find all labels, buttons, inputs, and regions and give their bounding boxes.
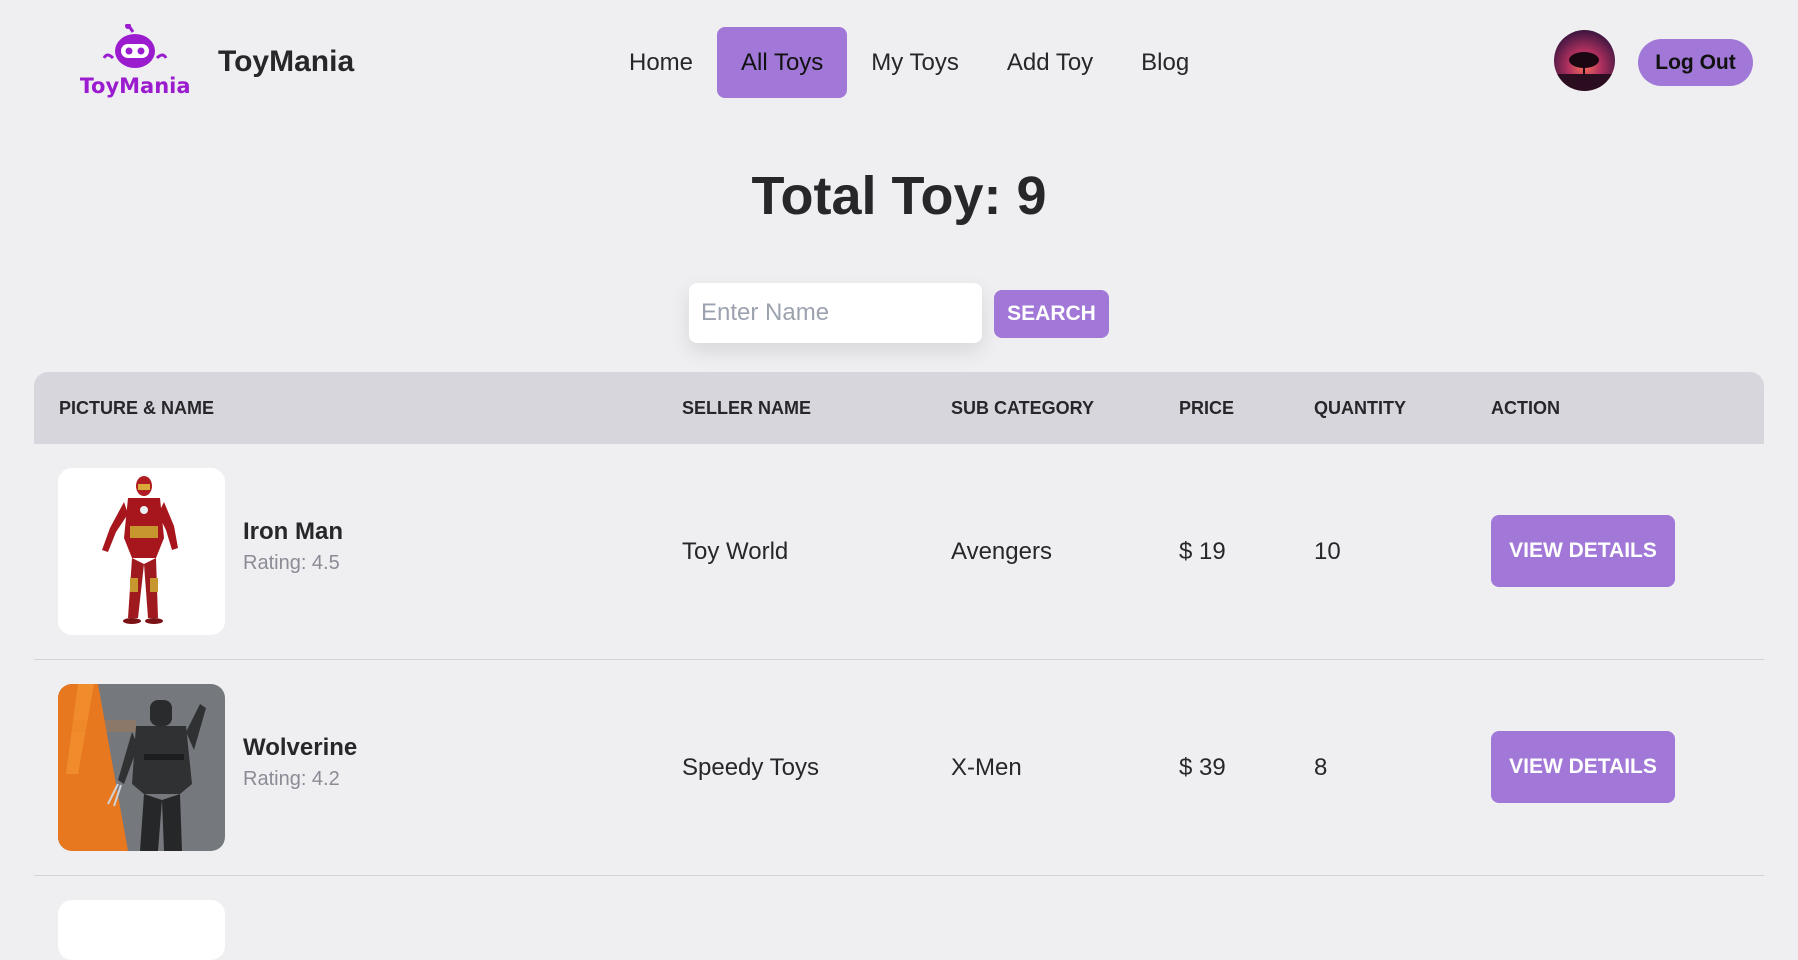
quantity: 8 xyxy=(1314,754,1328,781)
price: $ 39 xyxy=(1179,754,1226,781)
toy-name: Iron Man xyxy=(243,518,343,545)
price: $ 19 xyxy=(1179,538,1226,565)
header-price: PRICE xyxy=(1179,398,1235,418)
view-details-button[interactable]: VIEW DETAILS xyxy=(1491,515,1675,587)
header-action: ACTION xyxy=(1491,398,1560,418)
header-seller-name: SELLER NAME xyxy=(682,398,812,418)
quantity: 10 xyxy=(1314,538,1341,565)
toy-image-iron-man xyxy=(58,468,225,635)
toy-rating: Rating: 4.2 xyxy=(243,768,340,790)
header-sub-category: SUB CATEGORY xyxy=(951,398,1095,418)
main-nav: Home All Toys My Toys Add Toy Blog xyxy=(605,27,1213,98)
seller-name: Toy World xyxy=(682,538,789,565)
logout-button[interactable]: Log Out xyxy=(1638,39,1753,86)
nav-my-toys[interactable]: My Toys xyxy=(847,27,983,98)
nav-blog[interactable]: Blog xyxy=(1117,27,1213,98)
search-bar: SEARCH xyxy=(689,283,1109,343)
toy-image xyxy=(58,900,225,960)
avatar[interactable] xyxy=(1554,30,1615,91)
table-row: Iron Man Rating: 4.5 Toy World Avengers … xyxy=(34,444,1764,660)
toy-rating: Rating: 4.5 xyxy=(243,552,340,574)
search-button[interactable]: SEARCH xyxy=(994,290,1109,338)
header-quantity: QUANTITY xyxy=(1314,398,1406,418)
toy-name: Wolverine xyxy=(243,734,358,761)
sub-category: Avengers xyxy=(951,538,1052,565)
toymania-logo[interactable]: ToyMania xyxy=(79,23,191,102)
search-input[interactable] xyxy=(689,283,982,343)
page-title: Total Toy: 9 xyxy=(751,166,1047,226)
logo-wordmark: ToyMania xyxy=(80,74,190,98)
view-details-button[interactable]: VIEW DETAILS xyxy=(1491,731,1675,803)
table-row: Wolverine Rating: 4.2 Speedy Toys X-Men … xyxy=(34,660,1764,876)
nav-all-toys[interactable]: All Toys xyxy=(717,27,848,98)
brand-name[interactable]: ToyMania xyxy=(218,45,354,79)
seller-name: Speedy Toys xyxy=(682,754,819,781)
toy-image-wolverine xyxy=(58,684,225,851)
header-picture-name: PICTURE & NAME xyxy=(59,398,215,418)
toys-table: PICTURE & NAME SELLER NAME SUB CATEGORY … xyxy=(34,372,1764,960)
table-header: PICTURE & NAME SELLER NAME SUB CATEGORY … xyxy=(34,372,1764,444)
sub-category: X-Men xyxy=(951,754,1022,781)
table-row xyxy=(34,876,1764,960)
nav-add-toy[interactable]: Add Toy xyxy=(983,27,1117,98)
navbar: ToyMania ToyMania Home All Toys My Toys … xyxy=(0,0,1798,128)
nav-home[interactable]: Home xyxy=(605,27,717,98)
